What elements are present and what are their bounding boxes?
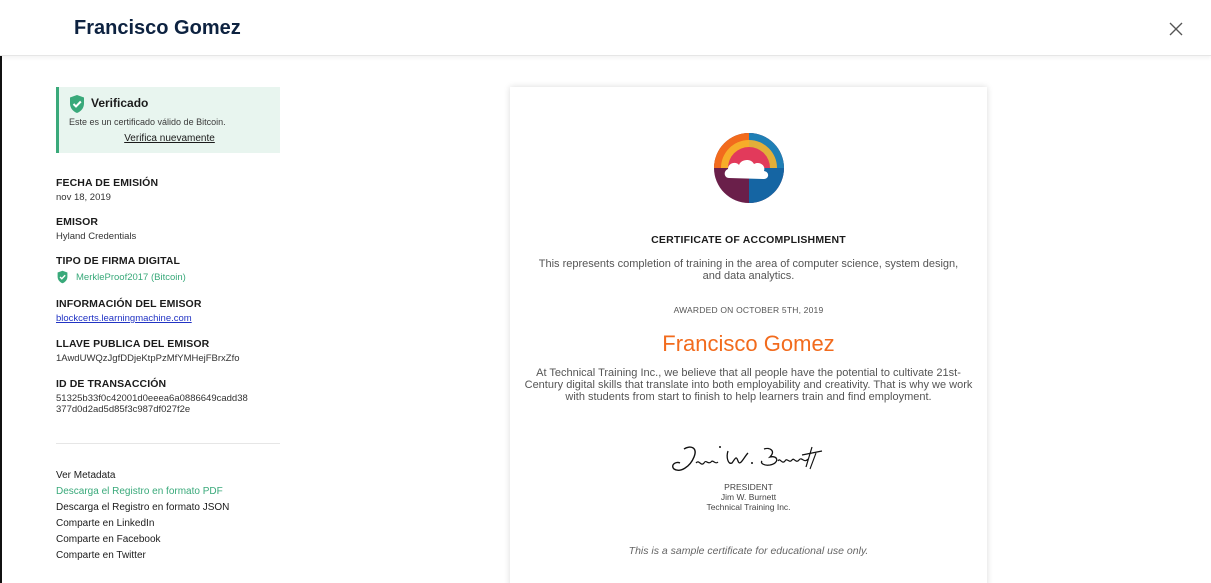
verification-subtitle: Este es un certificado válido de Bitcoin… — [69, 117, 226, 127]
signature-type-label: TIPO DE FIRMA DIGITAL — [56, 255, 181, 267]
cloud-logo-icon — [714, 133, 784, 203]
transaction-id-field: ID DE TRANSACCIÓN 51325b33f0c42001d0eeea… — [56, 378, 248, 415]
issuer-key-value: 1AwdUWQzJgfDDjeKtpPzMfYMHejFBrxZfo — [56, 353, 240, 364]
download-pdf-link[interactable]: Descarga el Registro en formato PDF — [56, 484, 229, 500]
sidebar: Verificado Este es un certificado válido… — [56, 87, 280, 153]
signer-name: Jim W. Burnett — [720, 492, 777, 502]
signature-type-row: MerkleProof2017 (Bitcoin) — [56, 270, 186, 284]
issue-date-field: FECHA DE EMISIÓN nov 18, 2019 — [56, 177, 158, 203]
certificate-awarded-date: AWARDED ON OCTOBER 5TH, 2019 — [673, 305, 824, 315]
verification-status-box: Verificado Este es un certificado válido… — [56, 87, 280, 153]
share-linkedin-link[interactable]: Comparte en LinkedIn — [56, 516, 229, 532]
certificate-description: This represents completion of training i… — [538, 258, 959, 282]
actions-list: Ver Metadata Descarga el Registro en for… — [56, 468, 229, 564]
sidebar-divider — [56, 443, 280, 444]
certificate-recipient-name: Francisco Gomez — [662, 331, 835, 356]
download-json-link[interactable]: Descarga el Registro en formato JSON — [56, 500, 229, 516]
certificate-heading: CERTIFICATE OF ACCOMPLISHMENT — [651, 234, 846, 246]
issuer-key-field: LLAVE PUBLICA DEL EMISOR 1AwdUWQzJgfDDje… — [56, 338, 240, 364]
shield-check-icon — [57, 270, 68, 284]
certificate-body-text: At Technical Training Inc., we believe t… — [524, 367, 973, 403]
view-metadata-link[interactable]: Ver Metadata — [56, 468, 229, 484]
certificate-card: CERTIFICATE OF ACCOMPLISHMENT This repre… — [510, 87, 987, 583]
issuer-value: Hyland Credentials — [56, 231, 137, 242]
modal-header: Francisco Gomez — [0, 0, 1211, 56]
issuer-info-link[interactable]: blockcerts.learningmachine.com — [56, 313, 202, 324]
share-twitter-link[interactable]: Comparte en Twitter — [56, 548, 229, 564]
certificate-footnote: This is a sample certificate for educati… — [628, 545, 869, 557]
close-icon — [1169, 22, 1183, 36]
page-title: Francisco Gomez — [74, 17, 241, 39]
issuer-label: EMISOR — [56, 216, 99, 228]
share-facebook-link[interactable]: Comparte en Facebook — [56, 532, 229, 548]
verification-title: Verificado — [91, 96, 149, 110]
signer-block: PRESIDENT Jim W. Burnett Technical Train… — [510, 482, 987, 512]
transaction-id-label: ID DE TRANSACCIÓN — [56, 378, 167, 390]
shield-check-icon — [70, 95, 84, 113]
close-button[interactable] — [1167, 20, 1185, 38]
issuer-info-label: INFORMACIÓN DEL EMISOR — [56, 298, 202, 310]
signer-role: PRESIDENT — [724, 482, 773, 492]
reverify-link[interactable]: Verifica nuevamente — [59, 133, 280, 144]
signature-type-value: MerkleProof2017 (Bitcoin) — [76, 271, 186, 283]
transaction-id-value-line1: 51325b33f0c42001d0eeea6a0886649cadd38 — [56, 393, 248, 404]
signature-type-field: TIPO DE FIRMA DIGITAL MerkleProof2017 (B… — [56, 255, 186, 284]
signer-organization: Technical Training Inc. — [706, 502, 791, 512]
signature-image — [671, 446, 823, 471]
transaction-id-value-line2: 377d0d2ad5d85f3c987df027f2e — [56, 404, 191, 415]
issuer-info-field: INFORMACIÓN DEL EMISOR blockcerts.learni… — [56, 298, 202, 324]
issuer-key-label: LLAVE PUBLICA DEL EMISOR — [56, 338, 210, 350]
issuer-field: EMISOR Hyland Credentials — [56, 216, 136, 242]
issue-date-label: FECHA DE EMISIÓN — [56, 177, 159, 189]
issue-date-value: nov 18, 2019 — [56, 192, 111, 203]
